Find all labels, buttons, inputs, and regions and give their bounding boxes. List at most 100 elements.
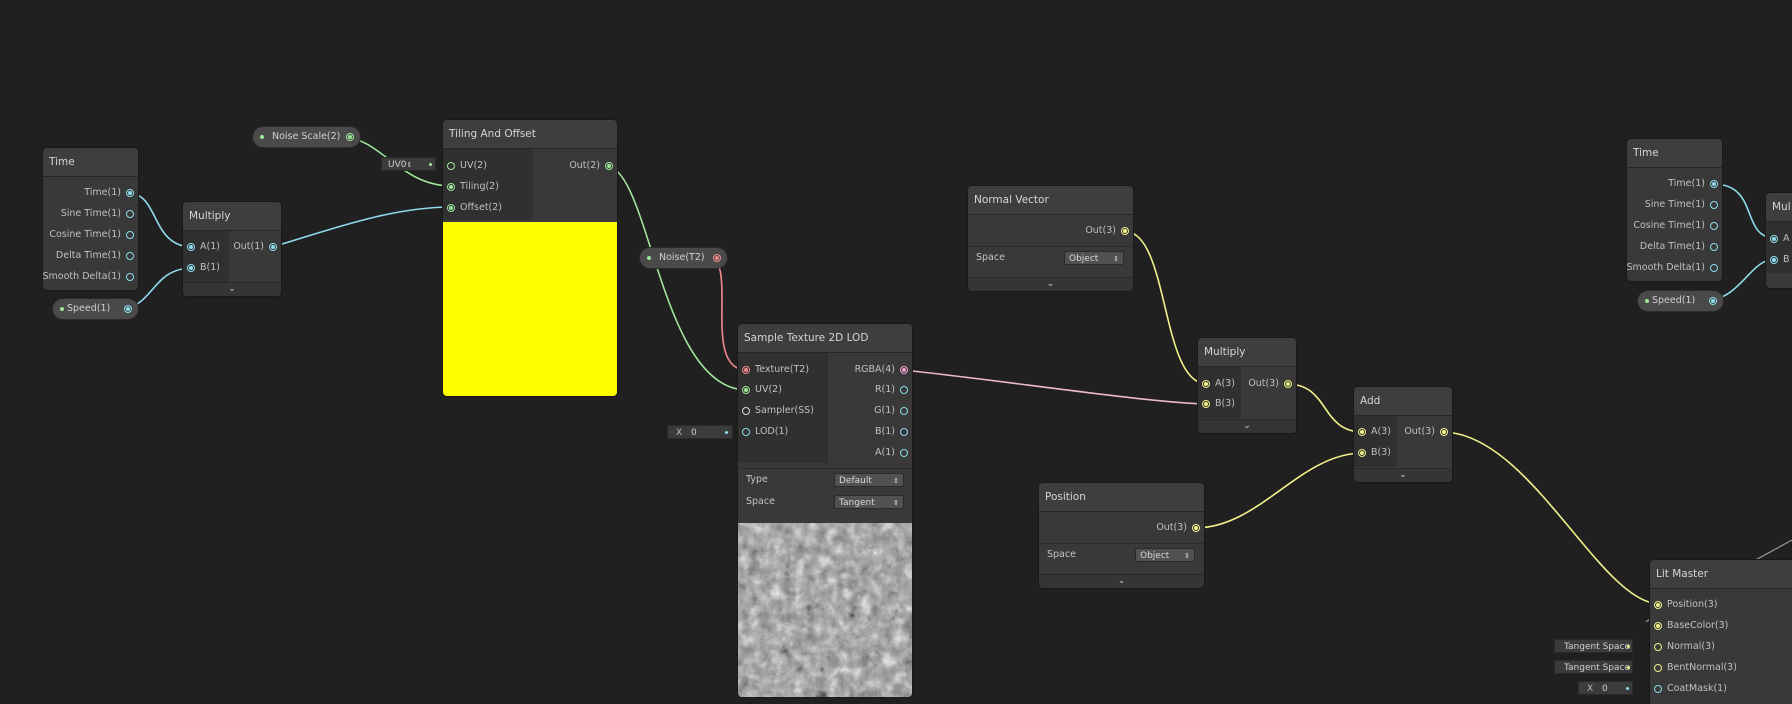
port-dot[interactable] (1654, 622, 1662, 630)
port-dot[interactable] (124, 305, 132, 313)
output-port[interactable]: Time(1) (1668, 175, 1722, 193)
output-port[interactable]: Smooth Delta(1) (1627, 259, 1722, 277)
multiply-node[interactable]: Mul A B (1766, 193, 1792, 288)
port-dot[interactable] (126, 273, 134, 281)
port-dot[interactable] (1710, 264, 1718, 272)
port-dot[interactable] (1709, 297, 1717, 305)
port-dot[interactable] (126, 252, 134, 260)
output-port[interactable]: G(1) (874, 402, 912, 420)
space-dropdown[interactable]: Tangent ⇕ (834, 495, 904, 509)
port-dot[interactable] (742, 407, 750, 415)
port-dot[interactable] (1654, 601, 1662, 609)
port-dot[interactable] (900, 428, 908, 436)
input-port[interactable]: B(1) (183, 259, 220, 277)
input-port[interactable]: A(1) (183, 238, 220, 256)
wire-tiling-to-sample-uv[interactable] (605, 165, 748, 391)
multiply-node[interactable]: Multiply A(1) B(1) Out(1) ⌄ (183, 202, 281, 296)
port-dot[interactable] (1710, 243, 1718, 251)
port-dot[interactable] (1358, 428, 1366, 436)
port-dot[interactable] (447, 162, 455, 170)
output-port[interactable]: Out(3) (1085, 222, 1133, 240)
output-port[interactable]: B(1) (875, 423, 912, 441)
noise-property[interactable]: Noise(T2) (640, 248, 727, 268)
output-port[interactable]: Out(1) (233, 238, 281, 256)
speed-property[interactable]: Speed(1) (1638, 291, 1723, 311)
output-port[interactable]: RGBA(4) (855, 361, 912, 379)
input-port[interactable]: BentNormal(3) (1650, 659, 1737, 677)
collapse-button[interactable]: ⌄ (968, 277, 1133, 291)
output-port[interactable]: Out(2) (569, 157, 617, 175)
add-node[interactable]: Add A(3) B(3) Out(3) ⌄ (1354, 387, 1452, 482)
port-dot[interactable] (742, 428, 750, 436)
port-dot[interactable] (900, 386, 908, 394)
input-port[interactable]: B (1766, 251, 1790, 269)
collapse-button[interactable]: ⌄ (1198, 419, 1296, 433)
sample-texture-2d-lod-node[interactable]: Sample Texture 2D LOD Texture(T2) UV(2) … (738, 324, 912, 697)
output-port[interactable]: A(1) (875, 444, 912, 462)
input-port[interactable]: Normal(3) (1650, 638, 1715, 656)
port-dot[interactable] (605, 162, 613, 170)
port-dot[interactable] (447, 204, 455, 212)
port-dot[interactable] (900, 407, 908, 415)
uv-channel-dropdown[interactable]: UV0⇕ (381, 157, 436, 171)
multiply-node[interactable]: Multiply A(3) B(3) Out(3) ⌄ (1198, 338, 1296, 433)
output-port[interactable]: R(1) (875, 381, 912, 399)
wire-multiply-to-offset[interactable] (271, 206, 453, 248)
input-port[interactable]: A(3) (1354, 423, 1391, 441)
port-dot[interactable] (900, 366, 908, 374)
coat-mask-value-field[interactable]: X 0 (1578, 681, 1633, 695)
output-port[interactable]: Out(3) (1156, 519, 1204, 537)
noise-scale-property[interactable]: Noise Scale(2) (253, 127, 360, 147)
port-dot[interactable] (1654, 685, 1662, 693)
collapse-button[interactable]: ⌄ (1354, 468, 1452, 482)
output-port[interactable]: Cosine Time(1) (1633, 217, 1722, 235)
port-dot[interactable] (1121, 227, 1129, 235)
input-port[interactable]: Offset(2) (443, 199, 502, 217)
port-dot[interactable] (1710, 201, 1718, 209)
port-dot[interactable] (126, 231, 134, 239)
space-dropdown[interactable]: Object ⇕ (1064, 251, 1124, 265)
output-port[interactable]: Out(3) (1404, 423, 1452, 441)
port-dot[interactable] (1358, 449, 1366, 457)
tiling-and-offset-node[interactable]: Tiling And Offset UV(2) Tiling(2) Offset… (443, 120, 617, 396)
time-node[interactable]: Time Time(1) Sine Time(1) Cosine Time(1)… (43, 148, 138, 290)
output-port[interactable]: Delta Time(1) (1640, 238, 1722, 256)
time-node[interactable]: Time Time(1) Sine Time(1) Cosine Time(1)… (1627, 139, 1722, 281)
wire-add-to-position[interactable] (1441, 431, 1661, 605)
port-dot[interactable] (1710, 180, 1718, 188)
output-port[interactable]: Delta Time(1) (56, 247, 138, 265)
wire-normal-to-multiply-a[interactable] (1123, 230, 1208, 385)
input-port[interactable]: UV(2) (738, 381, 782, 399)
input-port[interactable]: BaseColor(3) (1650, 617, 1728, 635)
speed-property[interactable]: Speed(1) (53, 299, 138, 319)
input-port[interactable]: Texture(T2) (738, 361, 809, 379)
output-port[interactable]: Smooth Delta(1) (43, 268, 138, 286)
input-port[interactable]: B(3) (1354, 444, 1391, 462)
position-node[interactable]: Position Out(3) Space Object ⇕ ⌄ (1039, 483, 1204, 588)
port-dot[interactable] (713, 254, 721, 262)
port-dot[interactable] (1654, 664, 1662, 672)
input-port[interactable]: Tiling(2) (443, 178, 499, 196)
input-port[interactable]: CoatMask(1) (1650, 680, 1727, 698)
port-dot[interactable] (742, 366, 750, 374)
normal-vector-node[interactable]: Normal Vector Out(3) Space Object ⇕ ⌄ (968, 186, 1133, 291)
port-dot[interactable] (1202, 380, 1210, 388)
wire-position-to-add-b[interactable] (1194, 452, 1364, 529)
output-port[interactable]: Out(3) (1248, 375, 1296, 393)
input-port[interactable]: Sampler(SS) (738, 402, 814, 420)
port-dot[interactable] (1710, 222, 1718, 230)
port-dot[interactable] (346, 133, 354, 141)
input-port[interactable]: Position(3) (1650, 596, 1717, 614)
shader-graph-canvas[interactable]: Time Time(1) Sine Time(1) Cosine Time(1)… (0, 0, 1792, 704)
port-dot[interactable] (447, 183, 455, 191)
input-port[interactable]: A (1766, 230, 1790, 248)
port-dot[interactable] (1770, 235, 1778, 243)
collapse-button[interactable]: ⌄ (1039, 574, 1204, 588)
port-dot[interactable] (1440, 428, 1448, 436)
port-dot[interactable] (1284, 380, 1292, 388)
output-port[interactable]: Sine Time(1) (61, 205, 138, 223)
port-dot[interactable] (126, 210, 134, 218)
space-dropdown[interactable]: Object ⇕ (1135, 548, 1195, 562)
input-port[interactable]: A(3) (1198, 375, 1235, 393)
input-port[interactable]: B(3) (1198, 395, 1235, 413)
